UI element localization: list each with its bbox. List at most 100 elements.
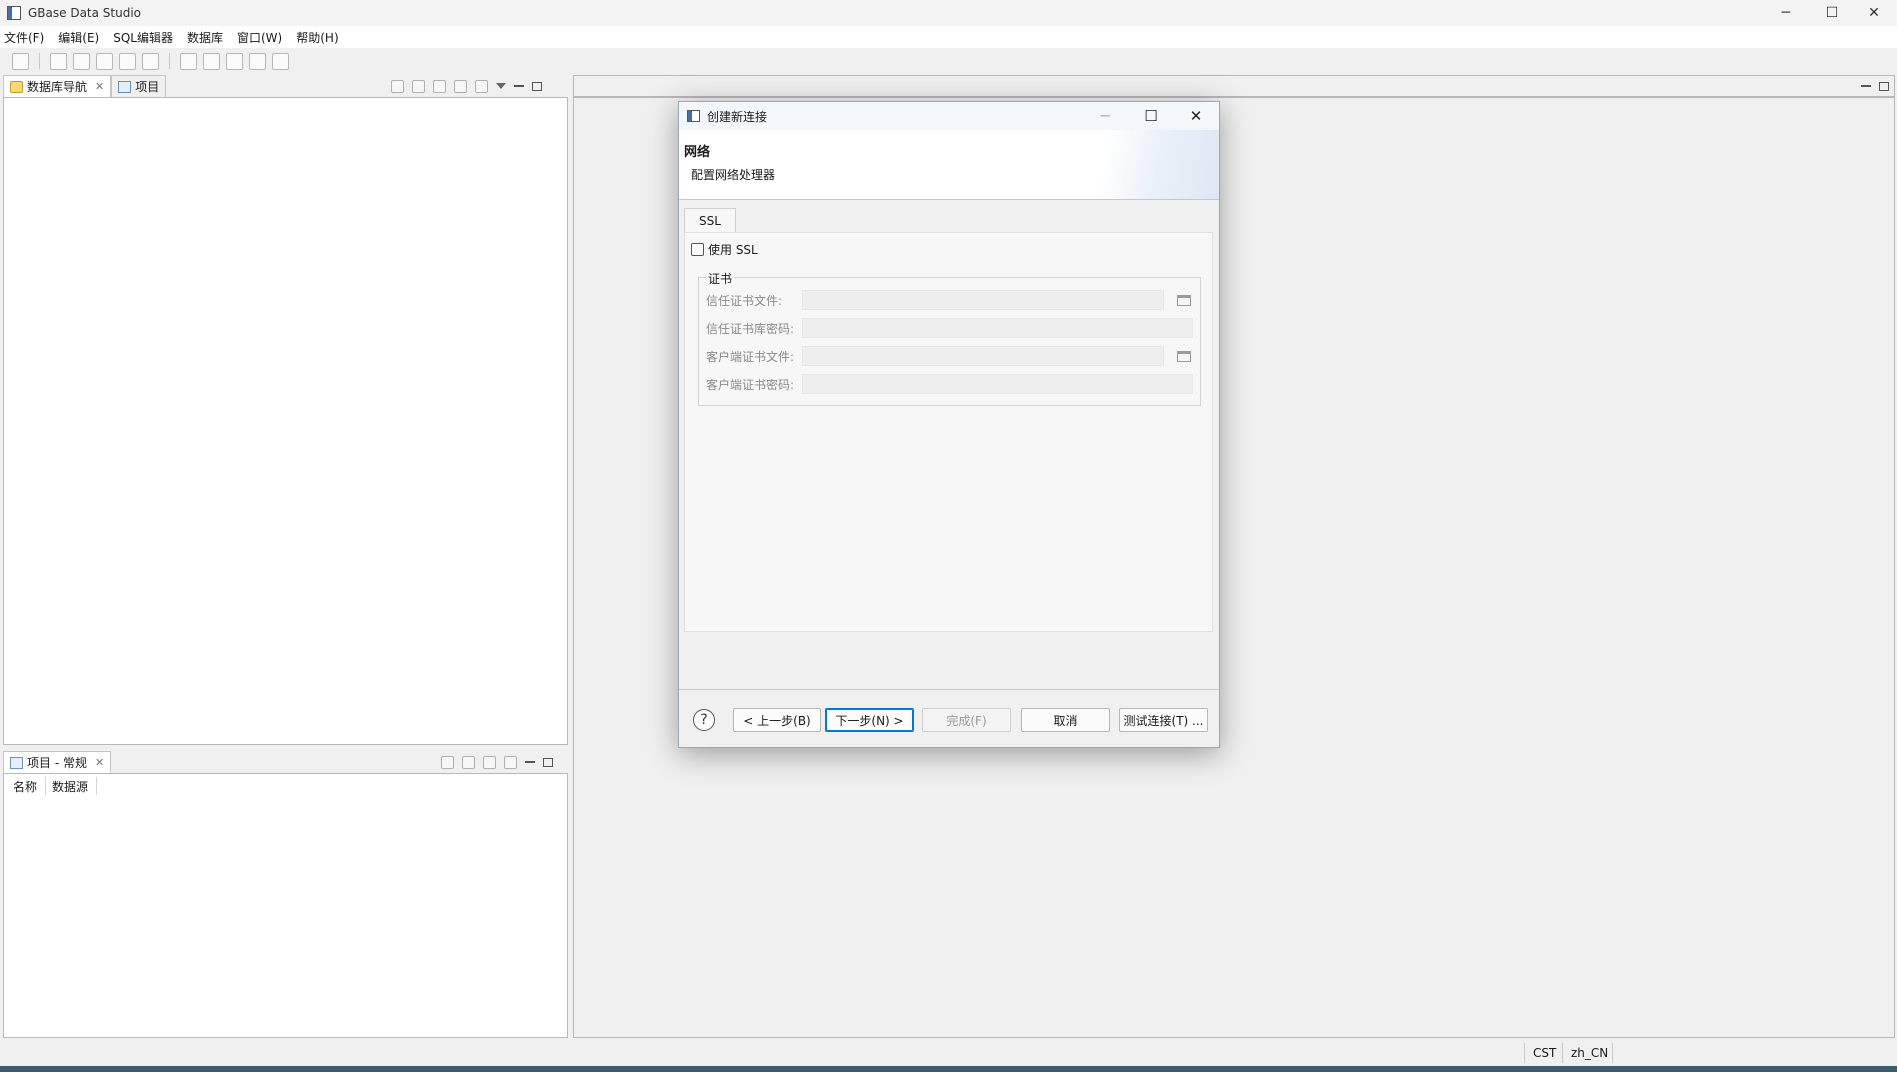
menu-file[interactable]: 文件(F) (4, 29, 44, 46)
column-name[interactable]: 名称 (5, 777, 47, 795)
menu-sql-editor[interactable]: SQL编辑器 (113, 29, 173, 46)
client-cert-file-row: 客户端证书文件: (706, 346, 1164, 366)
dialog-page-title: 网络 (684, 145, 711, 160)
disconnect-icon[interactable] (73, 52, 90, 70)
configure-icon[interactable] (441, 755, 454, 769)
new-connection-icon[interactable] (12, 52, 29, 70)
dialog-page-description: 配置网络处理器 (691, 168, 776, 182)
forward-icon[interactable] (249, 52, 266, 70)
dialog-header: 网络 配置网络处理器 (679, 130, 1219, 200)
trust-cert-file-label: 信任证书文件: (706, 293, 783, 308)
connect-icon[interactable] (50, 52, 67, 70)
status-timezone: CST (1524, 1043, 1564, 1063)
menu-help[interactable]: 帮助(H) (296, 29, 338, 46)
tab-ssl[interactable]: SSL (684, 208, 736, 232)
dialog-minimize-button[interactable]: ─ (1085, 102, 1125, 130)
app-title: GBase Data Studio (28, 6, 142, 20)
disconnect-icon[interactable] (433, 79, 446, 93)
database-navigator-tree[interactable] (3, 97, 568, 745)
editor-area-controls (1861, 75, 1889, 97)
minimize-panel-icon[interactable] (1861, 85, 1871, 87)
link-with-editor-icon[interactable] (475, 79, 488, 93)
dialog-app-icon (687, 110, 700, 122)
use-ssl-checkbox-row[interactable]: 使用 SSL (691, 241, 758, 258)
next-button[interactable]: 下一步(N) > (825, 708, 914, 732)
new-connection-icon[interactable] (391, 79, 404, 93)
ssl-tab-body: 使用 SSL 证书 信任证书文件: 信任证书库密码: 客户端证书文件: 客户端证… (684, 232, 1213, 632)
view-menu-icon[interactable] (496, 83, 506, 89)
maximize-panel-icon[interactable] (1879, 81, 1889, 91)
project-general-toolbar (441, 751, 553, 773)
save-all-icon[interactable] (203, 52, 220, 70)
new-sql-script-icon[interactable] (142, 52, 159, 70)
client-cert-password-input[interactable] (802, 374, 1193, 394)
client-cert-file-label: 客户端证书文件: (706, 349, 795, 364)
tab-project-label: 项目 (135, 80, 160, 94)
table-header: 名称 数据源 (5, 774, 98, 798)
dialog-title-bar: 创建新连接 ─ ☐ ✕ (679, 102, 1219, 130)
project-icon (118, 80, 132, 93)
project-general-icon (10, 756, 23, 769)
back-button[interactable]: < 上一步(B) (733, 708, 821, 732)
last-edit-icon[interactable] (272, 52, 289, 70)
dialog-maximize-button[interactable]: ☐ (1131, 102, 1171, 130)
project-general-list[interactable]: 名称 数据源 (3, 773, 568, 1038)
editor-tabbar (573, 75, 1895, 97)
button-bar-separator (679, 689, 1219, 690)
new-folder-icon[interactable] (412, 79, 425, 93)
status-divider (1612, 1043, 1613, 1063)
tab-project[interactable]: 项目 (111, 75, 167, 97)
status-bar: CST zh_CN (0, 1040, 1897, 1066)
use-ssl-checkbox[interactable] (691, 243, 704, 256)
cancel-button[interactable]: 取消 (1021, 708, 1110, 732)
toolbar-separator (39, 53, 40, 69)
column-datasource[interactable]: 数据源 (46, 777, 98, 795)
dialog-title: 创建新连接 (707, 109, 768, 124)
tab-database-navigator-label: 数据库导航 (27, 80, 88, 94)
certificate-group: 证书 信任证书文件: 信任证书库密码: 客户端证书文件: 客户端证书密码: (698, 270, 1201, 406)
maximize-button[interactable]: ☐ (1809, 0, 1855, 26)
minimize-panel-icon[interactable] (514, 85, 524, 87)
maximize-panel-icon[interactable] (543, 757, 553, 767)
client-cert-password-label: 客户端证书密码: (706, 377, 795, 392)
dialog-close-button[interactable]: ✕ (1176, 102, 1216, 130)
menu-bar: 文件(F) 编辑(E) SQL编辑器 数据库 窗口(W) 帮助(H) (0, 26, 1897, 48)
network-handler-tabs: SSL 使用 SSL 证书 信任证书文件: 信任证书库密码: 客户端证书文件: … (684, 208, 1213, 632)
tab-project-general[interactable]: 项目 - 常规 ✕ (3, 751, 112, 773)
database-navigator-icon (10, 80, 23, 93)
certificate-group-label: 证书 (706, 270, 735, 287)
open-sql-script-icon[interactable] (119, 52, 136, 70)
test-connection-button[interactable]: 测试连接(T) ... (1119, 708, 1208, 732)
back-icon[interactable] (226, 52, 243, 70)
close-window-button[interactable]: ✕ (1851, 0, 1897, 26)
trust-cert-file-input[interactable] (802, 290, 1164, 310)
use-ssl-label: 使用 SSL (708, 243, 758, 257)
trust-store-password-label: 信任证书库密码: (706, 321, 795, 336)
expand-all-icon[interactable] (483, 755, 496, 769)
close-tab-icon[interactable]: ✕ (95, 756, 104, 769)
menu-database[interactable]: 数据库 (187, 29, 223, 46)
menu-window[interactable]: 窗口(W) (237, 29, 282, 46)
finish-button[interactable]: 完成(F) (922, 708, 1011, 732)
trust-cert-file-row: 信任证书文件: (706, 290, 1164, 310)
status-locale: zh_CN (1562, 1043, 1616, 1063)
minimize-button[interactable]: ─ (1763, 0, 1809, 26)
collapse-all-icon[interactable] (454, 79, 467, 93)
trust-store-password-row: 信任证书库密码: (706, 318, 1193, 338)
app-icon (7, 6, 21, 20)
menu-edit[interactable]: 编辑(E) (58, 29, 99, 46)
browse-folder-icon[interactable] (1177, 295, 1191, 306)
link-with-editor-icon[interactable] (504, 755, 517, 769)
app-window: GBase Data Studio ─ ☐ ✕ 文件(F) 编辑(E) SQL编… (0, 0, 1897, 1072)
client-cert-file-input[interactable] (802, 346, 1164, 366)
browse-folder-icon[interactable] (1177, 351, 1191, 362)
save-icon[interactable] (180, 52, 197, 70)
help-icon[interactable]: ? (693, 709, 715, 731)
tab-database-navigator[interactable]: 数据库导航 ✕ (3, 75, 112, 97)
sql-editor-icon[interactable] (96, 52, 113, 70)
minimize-panel-icon[interactable] (525, 761, 535, 763)
collapse-all-icon[interactable] (462, 755, 475, 769)
close-tab-icon[interactable]: ✕ (95, 80, 104, 93)
maximize-panel-icon[interactable] (532, 81, 542, 91)
trust-store-password-input[interactable] (802, 318, 1193, 338)
